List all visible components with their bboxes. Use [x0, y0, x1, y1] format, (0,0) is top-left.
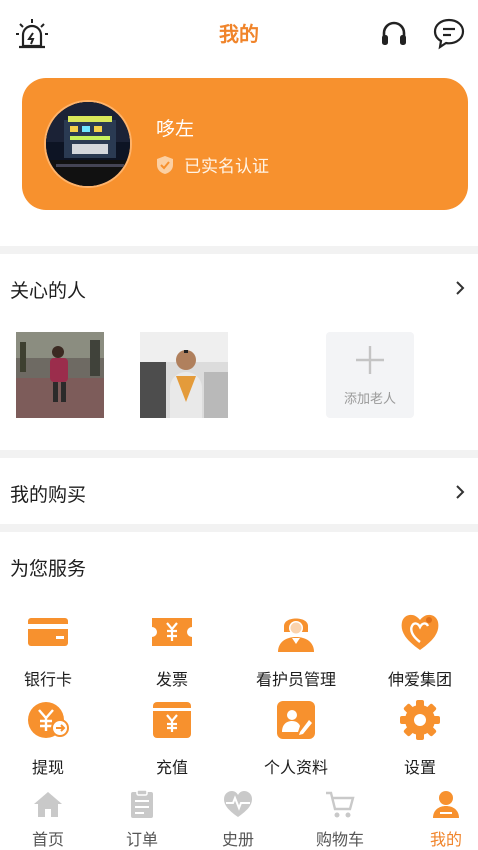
- avatar-photo-icon: [46, 102, 130, 186]
- tab-label: 史册: [221, 830, 254, 849]
- user-name: 哆左: [156, 118, 195, 140]
- service-withdraw[interactable]: 提现: [0, 698, 108, 778]
- profile-edit-icon: [277, 701, 315, 739]
- headset-icon[interactable]: [378, 18, 410, 50]
- tab-label: 订单: [125, 830, 158, 849]
- tab-cart[interactable]: 购物车: [292, 780, 388, 850]
- service-label: 个人资料: [263, 758, 328, 777]
- service-group[interactable]: 伸爱集团: [360, 610, 478, 690]
- caregiver-icon: [278, 618, 314, 652]
- service-caregiver[interactable]: 看护员管理: [236, 610, 356, 690]
- chat-bubble-icon[interactable]: [432, 16, 466, 50]
- care-row[interactable]: 关心的人: [0, 258, 478, 318]
- service-label: 设置: [403, 758, 436, 777]
- purchase-label: 我的购买: [10, 484, 87, 506]
- person-icon: [433, 791, 459, 818]
- tab-home[interactable]: 首页: [0, 780, 96, 850]
- elder-photo[interactable]: [16, 332, 104, 418]
- elder-photo-icon: [16, 332, 104, 418]
- invoice-icon: [152, 618, 192, 646]
- chevron-right-icon: [456, 281, 465, 295]
- verified-status: 已实名认证: [156, 152, 269, 177]
- service-invoice[interactable]: 发票: [112, 610, 232, 690]
- service-label: 发票: [155, 670, 188, 689]
- service-bank-card[interactable]: 银行卡: [0, 610, 108, 690]
- gear-icon: [400, 700, 440, 740]
- heartbeat-icon: [224, 791, 252, 817]
- tab-orders[interactable]: 订单: [94, 780, 190, 850]
- avatar[interactable]: [44, 100, 132, 188]
- service-settings[interactable]: 设置: [360, 698, 478, 778]
- elder-photo-icon: [140, 332, 228, 418]
- service-label: 提现: [31, 758, 64, 777]
- order-icon: [131, 789, 153, 818]
- tab-label: 我的: [429, 830, 462, 849]
- service-label: 充值: [155, 758, 188, 777]
- divider: [0, 524, 478, 532]
- bottom-tab-bar: 首页 订单 史册 购物车 我的: [0, 780, 478, 850]
- care-label: 关心的人: [10, 280, 87, 302]
- recharge-icon: [153, 702, 191, 738]
- top-bar: 我的: [0, 0, 478, 64]
- divider: [0, 246, 478, 254]
- tab-label: 购物车: [315, 830, 364, 849]
- withdraw-icon: [28, 702, 69, 738]
- chevron-right-icon: [456, 485, 465, 499]
- service-label: 银行卡: [23, 670, 72, 689]
- service-profile[interactable]: 个人资料: [236, 698, 356, 778]
- home-icon: [34, 792, 62, 817]
- elder-photo[interactable]: [140, 332, 228, 418]
- service-recharge[interactable]: 充值: [112, 698, 232, 778]
- profile-card[interactable]: 哆左 已实名认证: [22, 78, 468, 210]
- shield-check-icon: [157, 155, 173, 174]
- services-title: 为您服务: [10, 558, 87, 580]
- tab-history[interactable]: 史册: [190, 780, 286, 850]
- bank-card-icon: [28, 618, 68, 646]
- tab-mine[interactable]: 我的: [398, 780, 478, 850]
- add-elder-label: 添加老人: [343, 392, 396, 407]
- verified-text: 已实名认证: [184, 157, 269, 177]
- purchase-row[interactable]: 我的购买: [0, 462, 478, 522]
- tab-label: 首页: [31, 830, 64, 849]
- service-label: 伸爱集团: [387, 670, 452, 689]
- divider: [0, 450, 478, 458]
- plus-icon: [356, 346, 384, 374]
- cart-icon: [326, 791, 355, 818]
- add-elder-button[interactable]: 添加老人: [326, 332, 414, 418]
- service-label: 看护员管理: [255, 670, 336, 689]
- group-logo-icon: [401, 614, 439, 650]
